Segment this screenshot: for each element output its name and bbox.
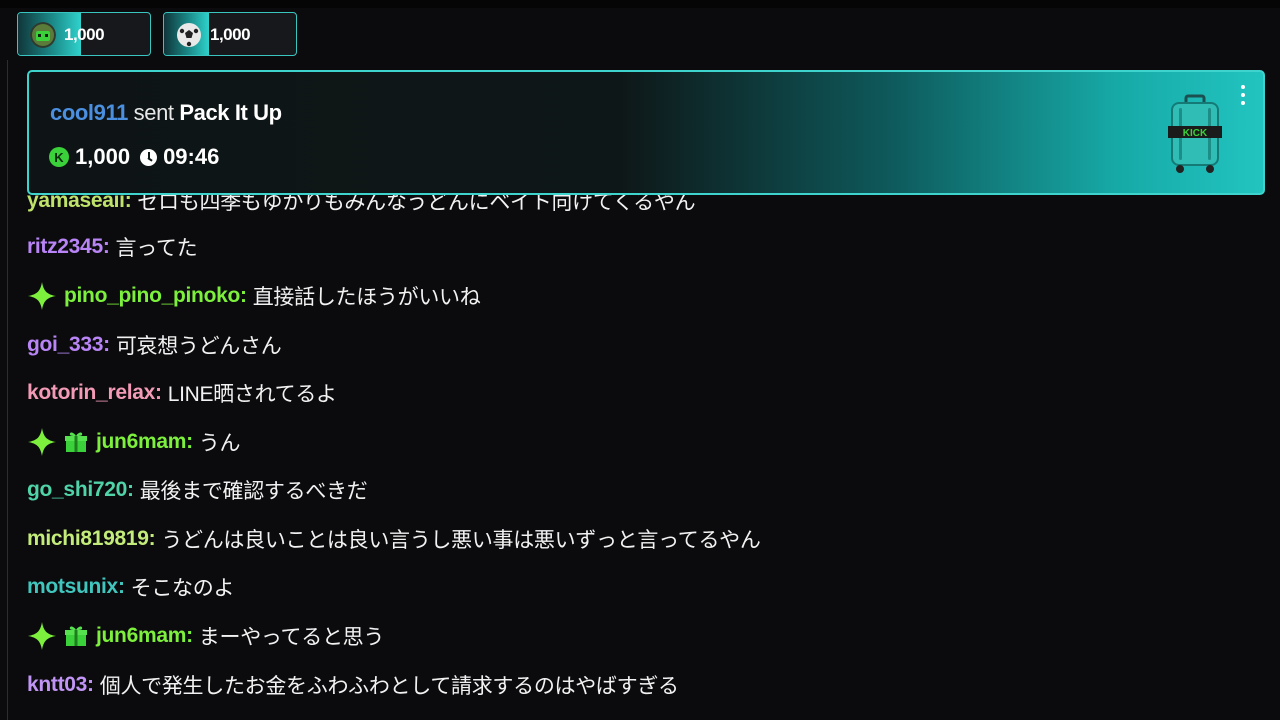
- chat-username[interactable]: kntt03:: [27, 673, 94, 697]
- chat-username[interactable]: pino_pino_pinoko:: [64, 284, 247, 308]
- chat-username[interactable]: jun6mam:: [96, 624, 193, 648]
- gift-alert-banner[interactable]: cool911 sent Pack It Up K 1,000 09:46 KI…: [27, 70, 1265, 195]
- chat-window: 1,000 1,000 yamaseaii: ゼロも四季もゆかりもみんなうどんにベ…: [0, 0, 1280, 720]
- chat-message: michi819819: うどんは良いことは良い言うし悪い事は悪いずっと言ってるや…: [27, 524, 761, 554]
- svg-text:KICK: KICK: [1183, 128, 1208, 139]
- gift-timer: 09:46: [163, 144, 220, 169]
- gift-alert-title: cool911 sent Pack It Up: [50, 100, 282, 126]
- chat-username[interactable]: ritz2345:: [27, 235, 110, 259]
- gift-name: Pack It Up: [179, 100, 282, 125]
- chat-message-text: 言ってた: [115, 237, 198, 260]
- gift-badge-icon: [65, 432, 87, 452]
- chat-message: ritz2345: 言ってた: [27, 232, 198, 262]
- chat-message: go_shi720: 最後まで確認するべきだ: [27, 475, 368, 505]
- sparkle-badge-icon: [28, 622, 56, 650]
- chat-message-text: 直接話したほうがいいね: [252, 286, 481, 309]
- chat-message-text: 可哀想うどんさん: [115, 335, 282, 358]
- suitcase-icon: KICK: [1168, 94, 1222, 173]
- sparkle-badge-icon: [28, 428, 56, 456]
- chat-message: pino_pino_pinoko: 直接話したほうがいいね: [27, 281, 481, 311]
- chat-username[interactable]: goi_333:: [27, 333, 110, 357]
- kick-coin-icon: K: [49, 147, 69, 167]
- gift-badge-icon: [65, 626, 87, 646]
- gift-sent-word: sent: [133, 100, 174, 125]
- sparkle-badge-icon: [28, 282, 56, 310]
- chat-message: kntt03: 個人で発生したお金をふわふわとして請求するのはやばすぎる: [27, 670, 679, 700]
- chat-message: motsunix: そこなのよ: [27, 572, 234, 602]
- chat-message-text: LINE晒されてるよ: [167, 383, 337, 406]
- chat-message: jun6mam: まーやってると思う: [27, 621, 384, 651]
- chat-username[interactable]: jun6mam:: [96, 430, 193, 454]
- chat-username[interactable]: kotorin_relax:: [27, 381, 162, 405]
- chat-message: kotorin_relax: LINE晒されてるよ: [27, 378, 337, 408]
- gift-alert-meta: K 1,000 09:46: [49, 144, 219, 170]
- chat-message-text: うん: [198, 432, 241, 455]
- chat-message-text: うどんは良いことは良い言うし悪い事は悪いずっと言ってるやん: [161, 529, 761, 552]
- chat-username[interactable]: go_shi720:: [27, 478, 134, 502]
- chat-message-text: そこなのよ: [130, 577, 235, 600]
- chat-message: goi_333: 可哀想うどんさん: [27, 330, 282, 360]
- gift-sender[interactable]: cool911: [50, 100, 128, 125]
- chat-message-text: まーやってると思う: [198, 626, 385, 649]
- clock-icon: [140, 148, 158, 166]
- gift-amount: 1,000: [75, 144, 131, 169]
- more-options-icon[interactable]: [1240, 85, 1246, 105]
- chat-message: jun6mam: うん: [27, 427, 241, 457]
- chat-username[interactable]: michi819819:: [27, 527, 156, 551]
- chat-username[interactable]: motsunix:: [27, 575, 125, 599]
- chat-message-text: 最後まで確認するべきだ: [139, 480, 368, 503]
- chat-message-text: 個人で発生したお金をふわふわとして請求するのはやばすぎる: [99, 675, 679, 698]
